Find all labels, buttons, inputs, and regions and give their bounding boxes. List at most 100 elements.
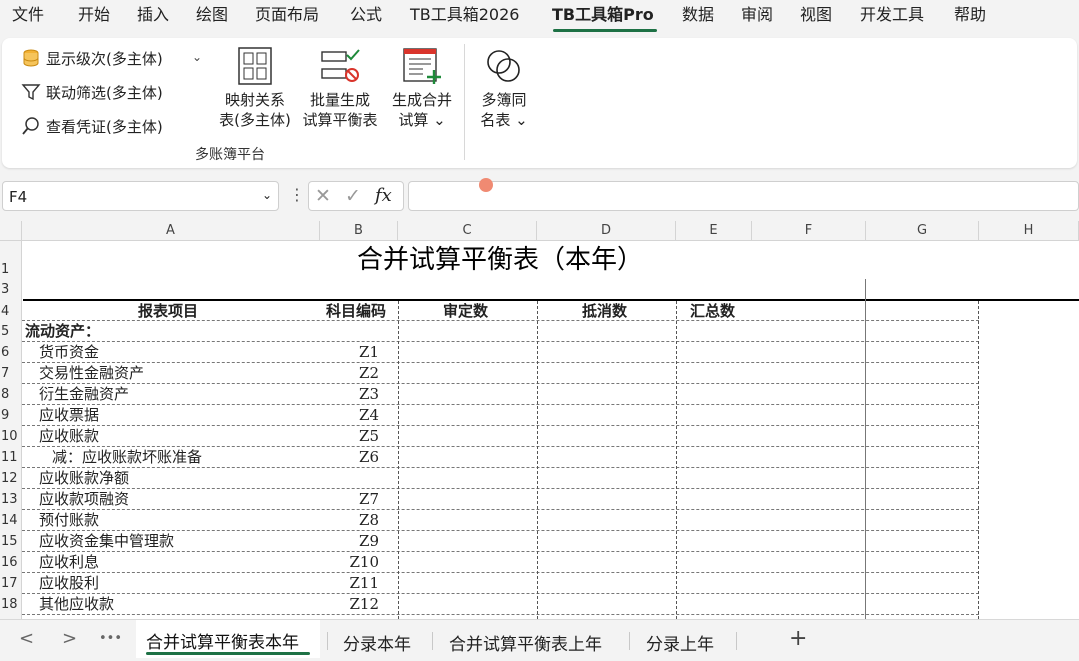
col-header-b[interactable]: B [320, 221, 398, 241]
code-cell[interactable]: Z1 [359, 342, 379, 363]
table-row[interactable]: 应收股利 Z11 [22, 573, 979, 594]
item-cell[interactable]: 应收款项融资 [39, 489, 129, 510]
col-header-e[interactable]: E [676, 221, 752, 241]
item-cell[interactable]: 货币资金 [39, 342, 99, 363]
name-box[interactable]: F4 ⌄ [2, 181, 279, 211]
table-row[interactable]: 交易性金融资产 Z2 [22, 363, 979, 384]
item-cell[interactable]: 减：应收账款坏账准备 [52, 447, 202, 468]
sheet-tab-entries-prior[interactable]: 分录上年 [646, 630, 714, 655]
col-header-a[interactable]: A [22, 221, 320, 241]
table-row[interactable]: 应收票据 Z4 [22, 405, 979, 426]
row-header[interactable]: 13 [0, 489, 22, 510]
sheet-title[interactable]: 合并试算平衡表（本年） [23, 241, 977, 277]
row-header[interactable]: 1 [0, 241, 22, 279]
menu-review[interactable]: 审阅 [741, 5, 773, 25]
table-row[interactable]: 应收账款 Z5 [22, 426, 979, 447]
menu-page-layout[interactable]: 页面布局 [255, 5, 319, 25]
table-row[interactable]: 应收利息 Z10 [22, 552, 979, 573]
code-cell[interactable]: Z10 [349, 552, 379, 573]
menu-formulas[interactable]: 公式 [350, 5, 382, 25]
insert-function-icon[interactable]: fx [375, 185, 392, 206]
cancel-icon[interactable]: ✕ [315, 185, 331, 207]
row-header[interactable]: 8 [0, 384, 22, 405]
row-header[interactable]: 15 [0, 531, 22, 552]
chevron-down-icon[interactable]: ⌄ [262, 188, 272, 202]
item-cell[interactable]: 应收资金集中管理款 [39, 531, 174, 552]
row-header[interactable]: 5 [0, 321, 22, 342]
sheet-tab-entries-current[interactable]: 分录本年 [343, 630, 411, 655]
col-header-d[interactable]: D [537, 221, 676, 241]
row-header[interactable]: 14 [0, 510, 22, 531]
menu-file[interactable]: 文件 [12, 5, 44, 25]
more-sheets-icon[interactable]: ••• [99, 631, 122, 646]
worksheet-grid[interactable]: A B C D E F G H 1 3 4 5 6 7 8 9 10 11 12… [0, 221, 1079, 619]
col-header-f[interactable]: F [752, 221, 866, 241]
code-cell[interactable]: Z2 [359, 363, 379, 384]
table-row[interactable]: 其他应收款 Z12 [22, 594, 979, 615]
batch-generate-button[interactable]: 批量生成 试算平衡表 [299, 46, 381, 130]
item-cell[interactable]: 预付账款 [39, 510, 99, 531]
row-header[interactable]: 10 [0, 426, 22, 447]
select-all-corner[interactable] [0, 221, 22, 241]
add-sheet-button[interactable]: + [789, 626, 807, 651]
confirm-icon[interactable]: ✓ [345, 185, 361, 207]
col-header-g[interactable]: G [866, 221, 979, 241]
row-header[interactable]: 11 [0, 447, 22, 468]
item-cell[interactable]: 应收账款 [39, 426, 99, 447]
menu-home[interactable]: 开始 [78, 5, 110, 25]
menu-tb-toolbox-pro[interactable]: TB工具箱Pro [552, 5, 654, 25]
code-cell[interactable]: Z12 [349, 594, 379, 615]
mapping-table-button[interactable]: 映射关系 表(多主体) [216, 46, 294, 130]
item-cell[interactable]: 其他应收款 [39, 594, 114, 615]
row-header[interactable]: 9 [0, 405, 22, 426]
code-cell[interactable]: Z6 [359, 447, 379, 468]
row-header[interactable]: 6 [0, 342, 22, 363]
menu-insert[interactable]: 插入 [137, 5, 169, 25]
table-row[interactable]: 货币资金 Z1 [22, 342, 979, 363]
code-cell[interactable]: Z5 [359, 426, 379, 447]
row-header[interactable]: 12 [0, 468, 22, 489]
show-levels-button[interactable]: 显示级次(多主体) [20, 46, 163, 70]
item-cell[interactable]: 应收账款净额 [39, 468, 129, 489]
formula-input[interactable] [408, 181, 1079, 211]
row-header[interactable]: 16 [0, 552, 22, 573]
more-options-icon[interactable]: ⋮ [289, 185, 305, 204]
chevron-down-icon[interactable]: ⌄ [192, 50, 202, 64]
menu-data[interactable]: 数据 [682, 5, 714, 25]
table-row[interactable]: 应收资金集中管理款 Z9 [22, 531, 979, 552]
row-header[interactable]: 7 [0, 363, 22, 384]
menu-help[interactable]: 帮助 [954, 5, 986, 25]
table-row[interactable]: 衍生金融资产 Z3 [22, 384, 979, 405]
code-cell[interactable]: Z9 [359, 531, 379, 552]
item-cell[interactable]: 应收利息 [39, 552, 99, 573]
menu-draw[interactable]: 绘图 [196, 5, 228, 25]
code-cell[interactable]: Z3 [359, 384, 379, 405]
multi-book-same-name-button[interactable]: 多簿同 名表 ⌄ [472, 46, 536, 130]
table-row[interactable]: 流动资产： [22, 321, 979, 342]
row-header[interactable]: 17 [0, 573, 22, 594]
col-header-h[interactable]: H [979, 221, 1079, 241]
chevron-left-icon[interactable]: < [19, 628, 34, 649]
table-row[interactable]: 应收账款净额 [22, 468, 979, 489]
item-cell[interactable]: 流动资产： [25, 321, 100, 342]
menu-view[interactable]: 视图 [800, 5, 832, 25]
table-row[interactable]: 应收款项融资 Z7 [22, 489, 979, 510]
col-header-c[interactable]: C [398, 221, 537, 241]
row-header[interactable]: 3 [0, 279, 22, 301]
sheet-tab-consolidated-current[interactable]: 合并试算平衡表本年 [146, 628, 299, 653]
item-cell[interactable]: 交易性金融资产 [39, 363, 144, 384]
row-header[interactable]: 18 [0, 594, 22, 619]
code-cell[interactable]: Z4 [359, 405, 379, 426]
code-cell[interactable]: Z7 [359, 489, 379, 510]
menu-developer[interactable]: 开发工具 [860, 5, 924, 25]
code-cell[interactable]: Z11 [349, 573, 379, 594]
item-cell[interactable]: 衍生金融资产 [39, 384, 129, 405]
row-header[interactable]: 4 [0, 301, 22, 321]
view-voucher-button[interactable]: 查看凭证(多主体) [20, 114, 163, 138]
code-cell[interactable]: Z8 [359, 510, 379, 531]
menu-tb-toolbox-2026[interactable]: TB工具箱2026 [410, 5, 519, 25]
linked-filter-button[interactable]: 联动筛选(多主体) [20, 80, 163, 104]
table-row[interactable]: 预付账款 Z8 [22, 510, 979, 531]
generate-consolidated-button[interactable]: 生成合并 试算 ⌄ [386, 46, 458, 130]
item-cell[interactable]: 应收票据 [39, 405, 99, 426]
